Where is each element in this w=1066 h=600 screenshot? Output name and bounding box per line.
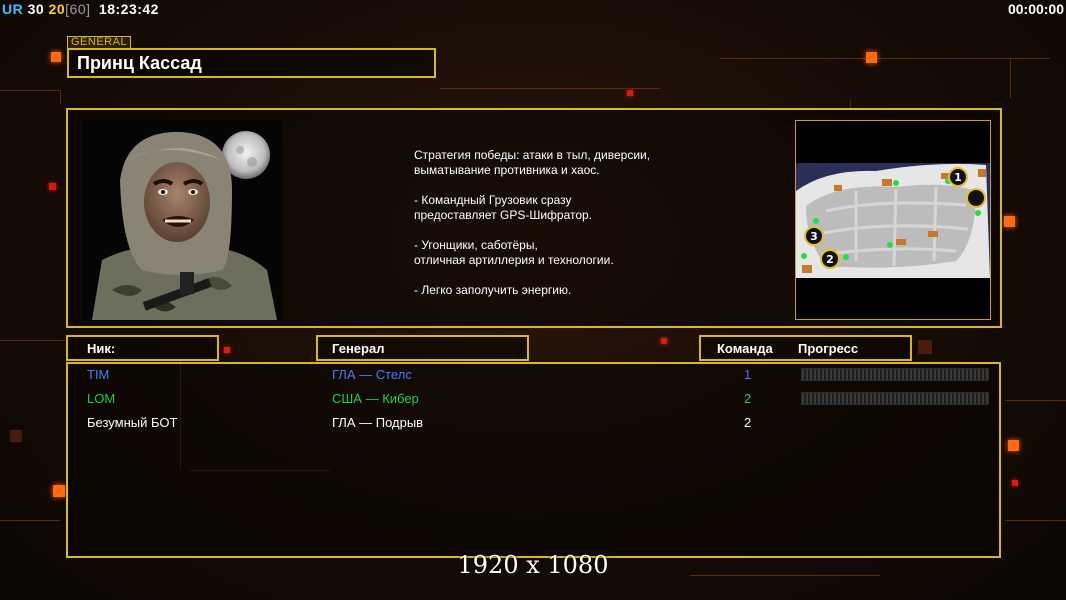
player-team: 2	[744, 391, 752, 406]
svg-text:3: 3	[810, 230, 818, 243]
hud-clock: 18:23:42	[98, 1, 159, 17]
hud-stats: UR 30 20[60] 18:23:42	[2, 1, 159, 17]
general-name: Принц Кассад	[77, 53, 202, 73]
header-team-progress: Команда Прогресс	[699, 335, 912, 361]
minimap-start-2: 2	[820, 249, 840, 269]
player-progress-bar	[801, 392, 989, 405]
general-name-box: Принц Кассад	[67, 48, 436, 78]
player-nick: Безумный БОТ	[87, 415, 178, 430]
player-team: 2	[744, 415, 752, 430]
general-info-panel: Стратегия победы: атаки в тыл, диверсии,…	[66, 108, 1002, 328]
player-progress-bar	[801, 368, 989, 381]
header-general-label: Генерал	[332, 341, 385, 356]
resolution-watermark: 1920 x 1080	[457, 551, 609, 579]
svg-text:2: 2	[826, 253, 834, 266]
player-general: ГЛА — Подрыв	[332, 415, 424, 430]
minimap-start-3: 3	[804, 226, 824, 246]
players-list: TIM ГЛА — Стелс 1 LOM США — Кибер 2 Безу…	[66, 362, 1001, 558]
player-nick: TIM	[87, 367, 110, 382]
general-portrait	[82, 120, 282, 320]
hud-value-a: 30	[27, 1, 45, 17]
hud-value-b: 20	[48, 1, 66, 17]
player-general: США — Кибер	[332, 391, 419, 406]
header-nick-label: Ник:	[87, 341, 116, 356]
player-team: 1	[744, 367, 752, 382]
header-general: Генерал	[316, 335, 529, 361]
header-nick: Ник:	[66, 335, 219, 361]
minimap-start-1: 1	[948, 167, 968, 187]
hud-ur-label: UR	[2, 1, 24, 17]
svg-text:1: 1	[954, 171, 962, 184]
header-team-label: Команда	[717, 341, 773, 356]
hud-timer: 00:00:00	[1007, 1, 1064, 17]
header-progress-label: Прогресс	[798, 341, 859, 356]
minimap-start-empty	[966, 188, 986, 208]
player-general: ГЛА — Стелс	[332, 367, 412, 382]
hud-value-c: [60]	[65, 1, 91, 17]
player-nick: LOM	[87, 391, 116, 406]
minimap: 1 2 3	[795, 120, 991, 320]
strategy-text: Стратегия победы: атаки в тыл, диверсии,…	[414, 148, 651, 297]
